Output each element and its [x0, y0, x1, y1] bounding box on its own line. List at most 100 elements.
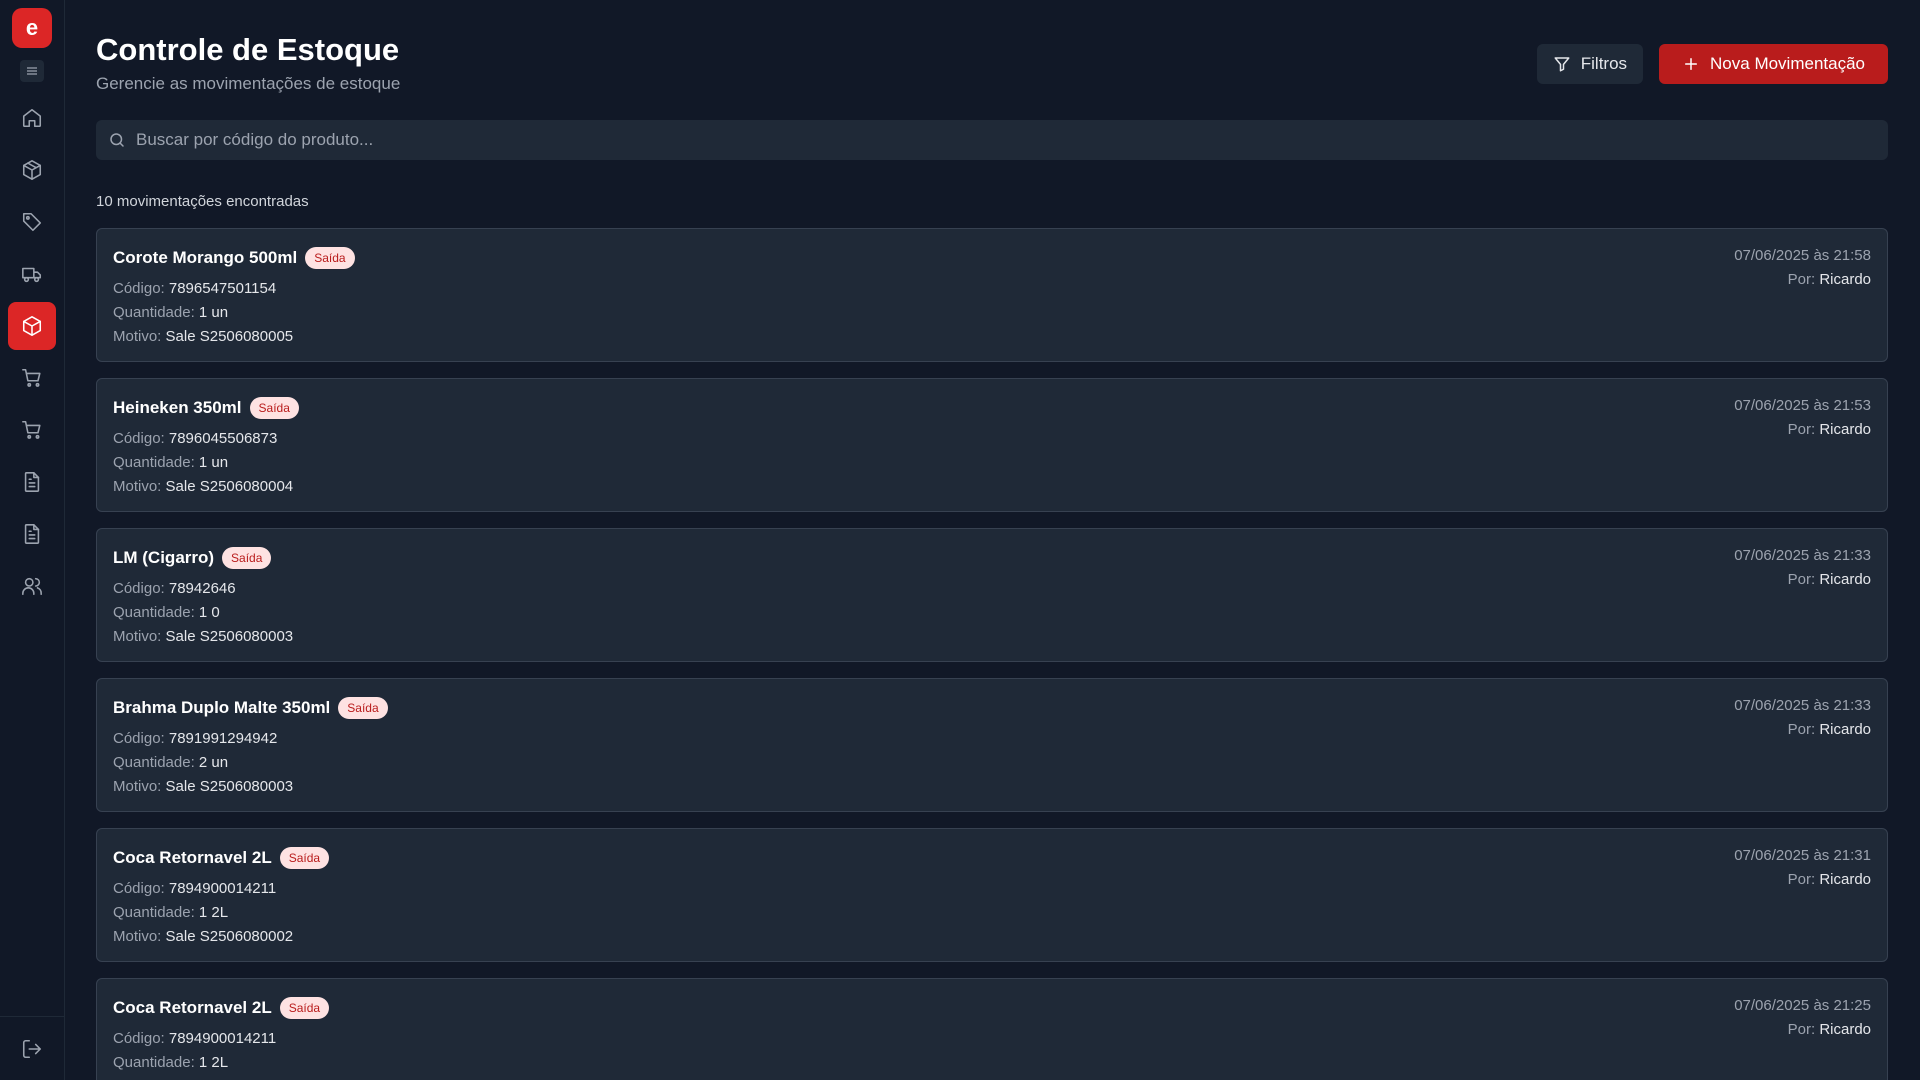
box-icon — [22, 316, 42, 336]
product-code-line: Código: 7894900014211 — [113, 880, 276, 897]
product-code-line: Código: 7894900014211 — [113, 1030, 276, 1047]
reason-label: Motivo: — [113, 328, 162, 345]
users-icon — [22, 577, 42, 596]
hamburger-icon — [27, 67, 37, 75]
sidebar-nav — [8, 94, 56, 614]
movement-date: 07/06/2025 às 21:53 — [1734, 397, 1871, 414]
movement-user: Ricardo — [1819, 571, 1871, 588]
logout-icon[interactable] — [21, 1038, 43, 1060]
product-code: 7894900014211 — [168, 880, 277, 897]
product-code: 7894900014211 — [168, 1030, 277, 1047]
product-name: LM (Cigarro) — [113, 548, 215, 567]
sidebar-item-suppliers[interactable] — [8, 250, 56, 298]
product-name: Coca Retornavel 2L — [113, 998, 272, 1017]
movement-card[interactable]: Heineken 350ml Saída Código: 78960455068… — [96, 378, 1888, 512]
card-title-row: Corote Morango 500ml Saída — [113, 247, 355, 269]
movement-card[interactable]: Corote Morango 500ml Saída Código: 78965… — [96, 228, 1888, 362]
movement-user-line: Por: Ricardo — [1788, 721, 1871, 738]
code-label: Código: — [113, 430, 165, 447]
product-name: Brahma Duplo Malte 350ml — [113, 698, 331, 717]
quantity-line: Quantidade: 1 0 — [113, 604, 220, 621]
filter-icon — [1554, 57, 1570, 72]
movement-user-line: Por: Ricardo — [1788, 1021, 1871, 1038]
main-content: Controle de Estoque Gerencie as moviment… — [96, 0, 1888, 1080]
reason-line: Motivo: Sale S2506080003 — [113, 778, 293, 795]
product-name: Heineken 350ml — [113, 398, 242, 417]
sidebar-item-documents[interactable] — [8, 510, 56, 558]
product-code-line: Código: 78942646 — [113, 580, 236, 597]
reason-line: Motivo: Sale S2506080004 — [113, 478, 293, 495]
page-title: Controle de Estoque — [96, 32, 400, 67]
code-label: Código: — [113, 280, 165, 297]
document-icon — [24, 472, 40, 492]
movement-user: Ricardo — [1819, 871, 1871, 888]
document-icon — [24, 524, 40, 544]
menu-toggle-button[interactable] — [20, 60, 44, 82]
sidebar-item-purchases[interactable] — [8, 406, 56, 454]
by-label: Por: — [1787, 721, 1816, 738]
movement-card[interactable]: Brahma Duplo Malte 350ml Saída Código: 7… — [96, 678, 1888, 812]
movement-list: Corote Morango 500ml Saída Código: 78965… — [96, 228, 1888, 1080]
sidebar-item-reports[interactable] — [8, 458, 56, 506]
reason-value: Sale S2506080003 — [165, 778, 294, 795]
movement-card[interactable]: Coca Retornavel 2L Saída Código: 7894900… — [96, 978, 1888, 1080]
reason-value: Sale S2506080003 — [165, 628, 294, 645]
new-movement-button[interactable]: Nova Movimentação — [1659, 44, 1888, 84]
page-header: Controle de Estoque Gerencie as moviment… — [96, 0, 1888, 110]
movement-card[interactable]: Coca Retornavel 2L Saída Código: 7894900… — [96, 828, 1888, 962]
quantity-value: 2 un — [198, 754, 229, 771]
filters-button[interactable]: Filtros — [1536, 44, 1644, 84]
quantity-label: Quantidade: — [113, 754, 195, 771]
product-code: 7891991294942 — [168, 730, 278, 747]
reason-line: Motivo: Sale S2506080002 — [113, 928, 293, 945]
sidebar-item-sales[interactable] — [8, 354, 56, 402]
tag-icon — [22, 212, 42, 232]
result-count: 10 movimentações encontradas — [96, 193, 309, 210]
reason-line: Motivo: Sale S2506080005 — [113, 328, 293, 345]
card-title-row: Coca Retornavel 2L Saída — [113, 997, 330, 1019]
movement-type-badge: Saída — [249, 397, 299, 419]
product-code-line: Código: 7891991294942 — [113, 730, 277, 747]
sidebar-item-users[interactable] — [8, 562, 56, 610]
quantity-value: 1 un — [198, 454, 229, 471]
sidebar-item-categories[interactable] — [8, 198, 56, 246]
movement-type-badge: Saída — [279, 997, 330, 1019]
cart-icon — [22, 420, 41, 439]
quantity-line: Quantidade: 1 2L — [113, 1054, 228, 1071]
box-icon — [22, 160, 42, 180]
movement-date: 07/06/2025 às 21:33 — [1734, 697, 1871, 714]
movement-date: 07/06/2025 às 21:25 — [1734, 997, 1871, 1014]
page-subtitle: Gerencie as movimentações de estoque — [96, 74, 401, 93]
quantity-value: 1 un — [198, 304, 229, 321]
movement-type-badge: Saída — [305, 247, 355, 269]
movement-card[interactable]: LM (Cigarro) Saída Código: 78942646 Quan… — [96, 528, 1888, 662]
search-bar — [96, 120, 1888, 160]
product-name: Coca Retornavel 2L — [113, 848, 272, 867]
movement-user: Ricardo — [1819, 1021, 1871, 1038]
search-icon — [110, 133, 124, 147]
by-label: Por: — [1787, 271, 1816, 288]
card-title-row: Coca Retornavel 2L Saída — [113, 847, 330, 869]
quantity-value: 1 2L — [198, 1054, 229, 1071]
sidebar-item-stock[interactable] — [8, 302, 56, 350]
sidebar-item-home[interactable] — [8, 94, 56, 142]
truck-icon — [22, 267, 42, 283]
home-icon — [22, 108, 42, 128]
app-logo[interactable]: e — [12, 8, 52, 48]
quantity-line: Quantidade: 2 un — [113, 754, 228, 771]
by-label: Por: — [1787, 421, 1816, 438]
code-label: Código: — [113, 880, 165, 897]
reason-value: Sale S2506080004 — [165, 478, 294, 495]
movement-user: Ricardo — [1819, 721, 1871, 738]
quantity-label: Quantidade: — [113, 904, 195, 921]
sidebar-item-products[interactable] — [8, 146, 56, 194]
reason-label: Motivo: — [113, 478, 162, 495]
movement-user-line: Por: Ricardo — [1788, 571, 1871, 588]
movement-date: 07/06/2025 às 21:33 — [1734, 547, 1871, 564]
header-actions: Filtros Nova Movimentação — [1536, 44, 1888, 84]
movement-type-badge: Saída — [338, 697, 388, 719]
new-movement-button-label: Nova Movimentação — [1710, 54, 1865, 73]
reason-label: Motivo: — [113, 928, 162, 945]
movement-date: 07/06/2025 às 21:31 — [1734, 847, 1871, 864]
search-input[interactable] — [136, 130, 1836, 150]
